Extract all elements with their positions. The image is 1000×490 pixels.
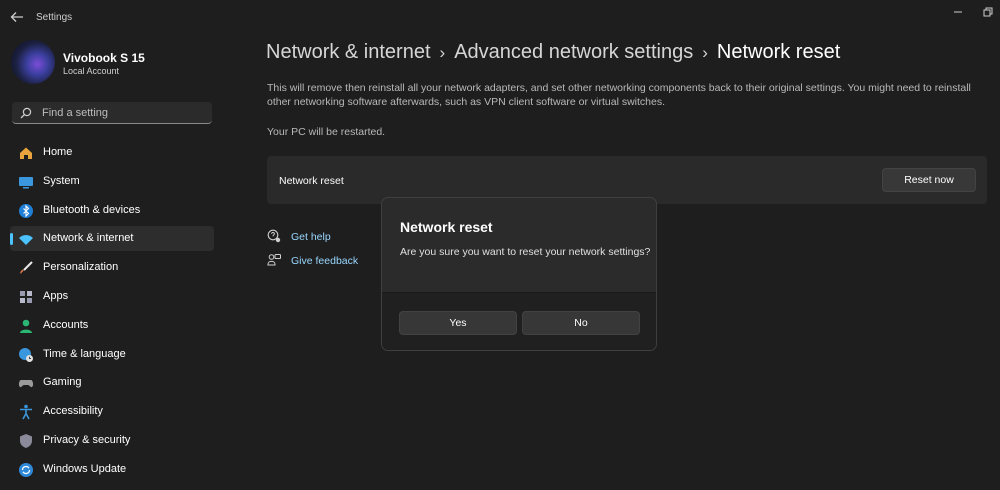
sidebar-item-label: Gaming <box>43 376 82 389</box>
minimize-icon[interactable] <box>952 6 964 18</box>
sidebar-item-label: Apps <box>43 289 69 302</box>
sidebar-item-gaming[interactable]: Gaming <box>10 370 214 395</box>
card-label: Network reset <box>279 175 344 187</box>
breadcrumb-network-internet[interactable]: Network & internet <box>266 41 431 63</box>
breadcrumb-separator: › <box>702 43 708 62</box>
paintbrush-icon <box>20 261 33 275</box>
sidebar-item-label: Personalization <box>43 261 119 274</box>
monitor-icon <box>19 176 33 189</box>
sidebar-item-label: Time & language <box>43 347 126 360</box>
get-help-label: Get help <box>291 231 331 243</box>
give-feedback-label: Give feedback <box>291 255 359 267</box>
active-indicator <box>10 233 13 246</box>
restore-icon[interactable] <box>982 6 994 18</box>
sidebar-item-windows-update[interactable]: Windows Update <box>10 457 214 482</box>
sidebar-nav: Home System Bluetooth & devices Network … <box>10 140 214 486</box>
gamepad-icon <box>18 380 34 388</box>
dialog-message: Are you sure you want to reset your netw… <box>400 246 651 258</box>
wifi-icon <box>19 235 33 246</box>
description-text: This will remove then reinstall all your… <box>267 82 971 108</box>
search-box[interactable] <box>12 102 212 124</box>
sidebar-item-home[interactable]: Home <box>10 140 214 165</box>
sidebar-item-label: Privacy & security <box>43 433 131 446</box>
profile-name: Vivobook S 15 <box>63 51 145 65</box>
avatar <box>11 40 55 84</box>
profile-account-type: Local Account <box>63 66 120 76</box>
sidebar-item-label: Accessibility <box>43 405 103 418</box>
sidebar-item-personalization[interactable]: Personalization <box>10 255 214 280</box>
sidebar-item-label: Bluetooth & devices <box>43 203 141 216</box>
breadcrumb-advanced-network[interactable]: Advanced network settings <box>454 41 693 63</box>
restart-note: Your PC will be restarted. <box>267 126 386 138</box>
sidebar-item-label: Home <box>43 146 73 158</box>
bluetooth-icon <box>19 203 33 218</box>
yes-button[interactable]: Yes <box>399 311 517 335</box>
sidebar-item-apps[interactable]: Apps <box>10 284 214 309</box>
help-icon <box>267 229 281 243</box>
reset-now-button[interactable]: Reset now <box>882 168 976 192</box>
sidebar-item-accessibility[interactable]: Accessibility <box>10 399 214 424</box>
sidebar-item-accounts[interactable]: Accounts <box>10 313 214 338</box>
search-icon <box>20 107 32 119</box>
shield-icon <box>20 433 32 448</box>
update-icon <box>19 462 33 477</box>
network-reset-dialog: Network reset Are you sure you want to r… <box>381 197 657 351</box>
breadcrumb: Network & internet › Advanced network sett… <box>266 41 840 64</box>
sidebar-item-label: Windows Update <box>43 462 127 475</box>
sidebar-item-label: Accounts <box>43 318 89 331</box>
title-bar: Settings <box>0 0 1000 34</box>
sidebar-item-label: System <box>43 174 80 187</box>
breadcrumb-separator: › <box>439 43 446 62</box>
app-title: Settings <box>36 12 73 23</box>
sidebar-item-system[interactable]: System <box>10 169 214 194</box>
accessibility-icon <box>20 404 32 420</box>
no-button[interactable]: No <box>522 311 640 335</box>
apps-icon <box>20 290 32 303</box>
globe-clock-icon <box>19 347 33 362</box>
sidebar-item-privacy[interactable]: Privacy & security <box>10 428 214 453</box>
sidebar-item-network[interactable]: Network & internet <box>10 226 214 252</box>
sidebar-item-time-language[interactable]: Time & language <box>10 342 214 367</box>
back-arrow-icon[interactable] <box>10 11 24 23</box>
sidebar-item-label: Network & internet <box>43 232 134 245</box>
dialog-footer: Yes No <box>382 292 656 350</box>
feedback-icon <box>267 254 281 266</box>
person-icon <box>20 319 32 333</box>
dialog-title: Network reset <box>400 219 493 235</box>
page-title: Network reset <box>716 41 841 63</box>
search-input[interactable] <box>42 105 202 120</box>
home-icon <box>20 147 32 159</box>
sidebar-item-bluetooth[interactable]: Bluetooth & devices <box>10 198 214 223</box>
